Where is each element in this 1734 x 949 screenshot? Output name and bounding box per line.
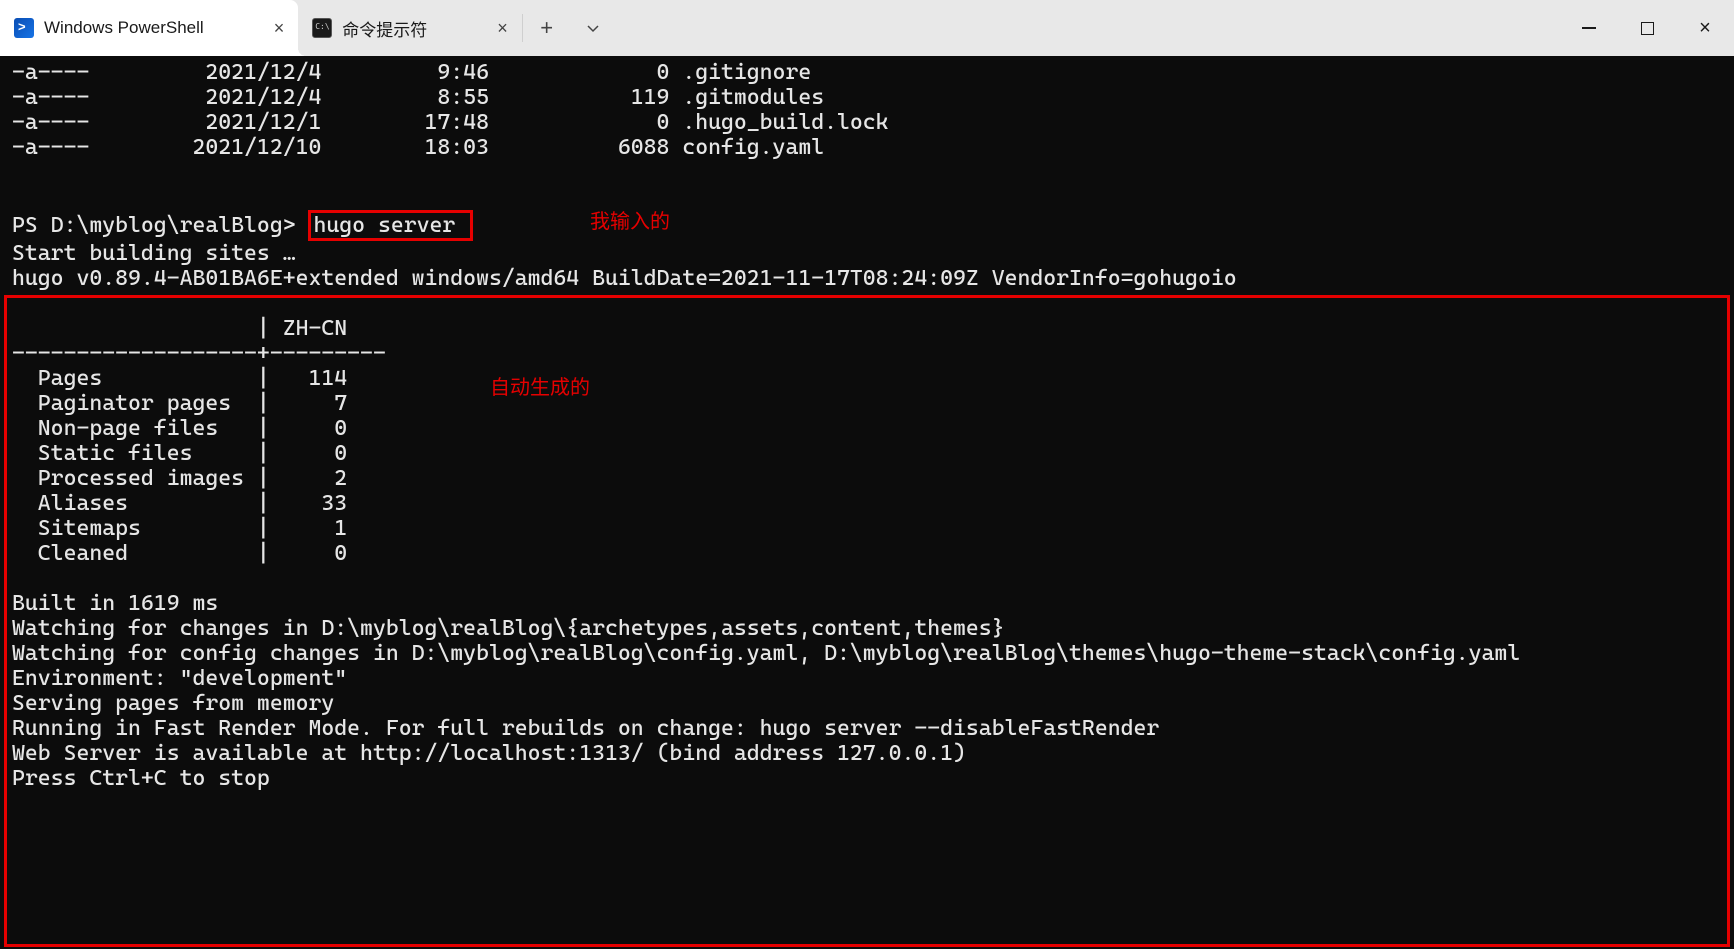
hugo-start: Start building sites … [12, 241, 296, 266]
tab-dropdown-button[interactable] [571, 0, 615, 56]
close-tab-icon[interactable]: × [274, 18, 285, 39]
powershell-icon [14, 18, 34, 38]
terminal-output[interactable]: -a---- 2021/12/4 9:46 0 .gitignore -a---… [0, 56, 1734, 949]
chevron-down-icon [586, 21, 600, 35]
hugo-version: hugo v0.89.4-AB01BA6E+extended windows/a… [12, 266, 1237, 291]
close-tab-icon[interactable]: × [497, 18, 508, 39]
hugo-fast-render: Running in Fast Render Mode. For full re… [12, 716, 1159, 741]
command-text: hugo server [313, 213, 455, 238]
close-window-button[interactable]: × [1676, 0, 1734, 56]
command-input-highlight: hugo server [308, 210, 473, 241]
annotation-input: 我输入的 [590, 210, 670, 235]
new-tab-button[interactable]: + [523, 0, 571, 56]
hugo-web-server: Web Server is available at http://localh… [12, 741, 966, 766]
hugo-stop-hint: Press Ctrl+C to stop [12, 766, 270, 791]
tab-cmd[interactable]: 命令提示符 × [298, 0, 522, 56]
tab-label: Windows PowerShell [44, 18, 204, 38]
hugo-watch-files: Watching for changes in D:\myblog\realBl… [12, 616, 1005, 641]
minimize-button[interactable] [1560, 0, 1618, 56]
hugo-environment: Environment: "development" [12, 666, 347, 691]
hugo-built: Built in 1619 ms [12, 591, 218, 616]
tab-label: 命令提示符 [342, 16, 427, 41]
hugo-serving: Serving pages from memory [12, 691, 334, 716]
annotation-output: 自动生成的 [490, 376, 590, 401]
prompt: PS D:\myblog\realBlog> [12, 213, 296, 238]
maximize-button[interactable] [1618, 0, 1676, 56]
hugo-stats-table: | ZH-CN -------------------+--------- Pa… [12, 316, 386, 566]
tab-powershell[interactable]: Windows PowerShell × [0, 0, 298, 56]
hugo-watch-config: Watching for config changes in D:\myblog… [12, 641, 1520, 666]
file-listing: -a---- 2021/12/4 9:46 0 .gitignore -a---… [12, 60, 889, 160]
title-bar: Windows PowerShell × 命令提示符 × + × [0, 0, 1734, 56]
cmd-icon [312, 18, 332, 38]
